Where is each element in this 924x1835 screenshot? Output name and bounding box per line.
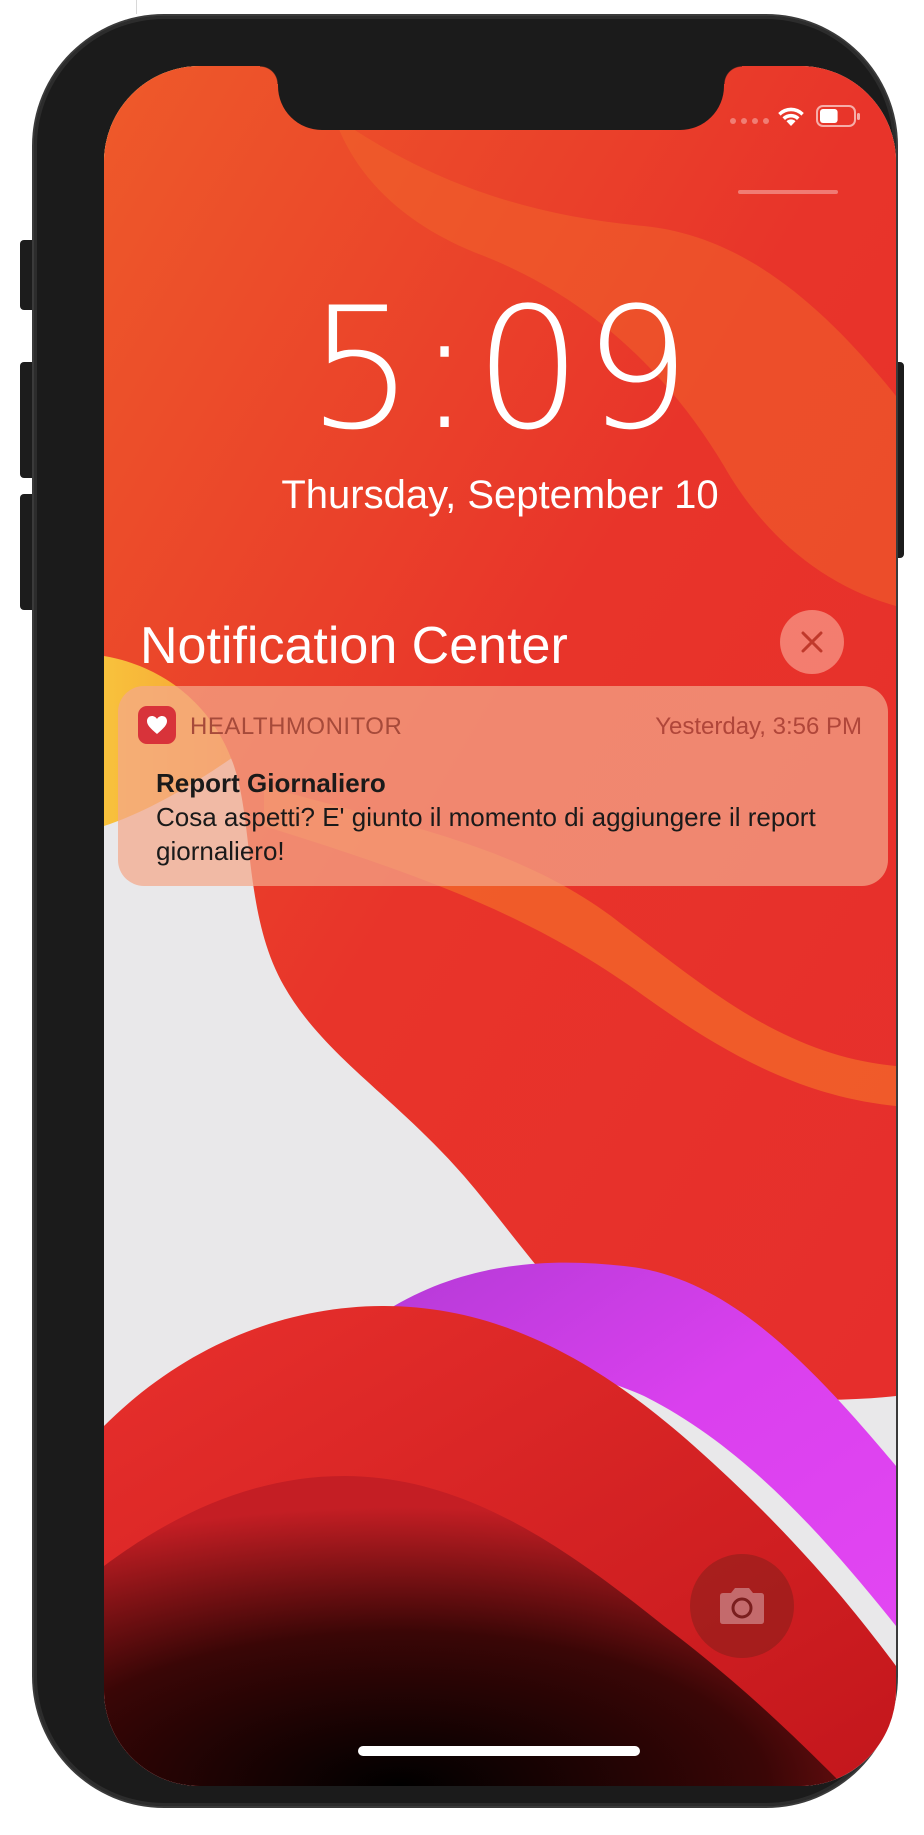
page: 5:09 Thursday, September 10 Notification… bbox=[0, 0, 924, 1835]
notification-header: HEALTHMONITOR Yesterday, 3:56 PM bbox=[138, 706, 862, 746]
phone-frame: 5:09 Thursday, September 10 Notification… bbox=[34, 16, 896, 1806]
notification-time: Yesterday, 3:56 PM bbox=[655, 713, 862, 740]
lock-screen: 5:09 Thursday, September 10 Notification… bbox=[104, 66, 896, 1786]
page-rule bbox=[136, 0, 137, 14]
camera-button[interactable] bbox=[690, 1554, 794, 1658]
notification-card[interactable]: HEALTHMONITOR Yesterday, 3:56 PM Report … bbox=[118, 686, 888, 886]
app-icon bbox=[138, 706, 176, 744]
lock-indicator-line bbox=[738, 190, 838, 194]
notification-center-title: Notification Center bbox=[140, 617, 568, 675]
lock-date: Thursday, September 10 bbox=[281, 473, 719, 517]
heart-icon bbox=[147, 716, 167, 734]
wifi-icon bbox=[778, 107, 804, 126]
status-bar bbox=[104, 66, 896, 146]
signal-dots-icon bbox=[730, 118, 769, 124]
close-icon bbox=[801, 631, 823, 653]
camera-icon bbox=[720, 1588, 764, 1624]
home-indicator[interactable] bbox=[358, 1746, 640, 1756]
lock-clock: 5:09 bbox=[307, 271, 693, 467]
notification-body: Cosa aspetti? E' giunto il momento di ag… bbox=[156, 802, 816, 866]
battery-icon bbox=[816, 105, 860, 127]
notification-title: Report Giornaliero bbox=[156, 768, 386, 798]
notification-app-name: HEALTHMONITOR bbox=[190, 713, 403, 740]
clear-notifications-button[interactable] bbox=[780, 610, 844, 674]
